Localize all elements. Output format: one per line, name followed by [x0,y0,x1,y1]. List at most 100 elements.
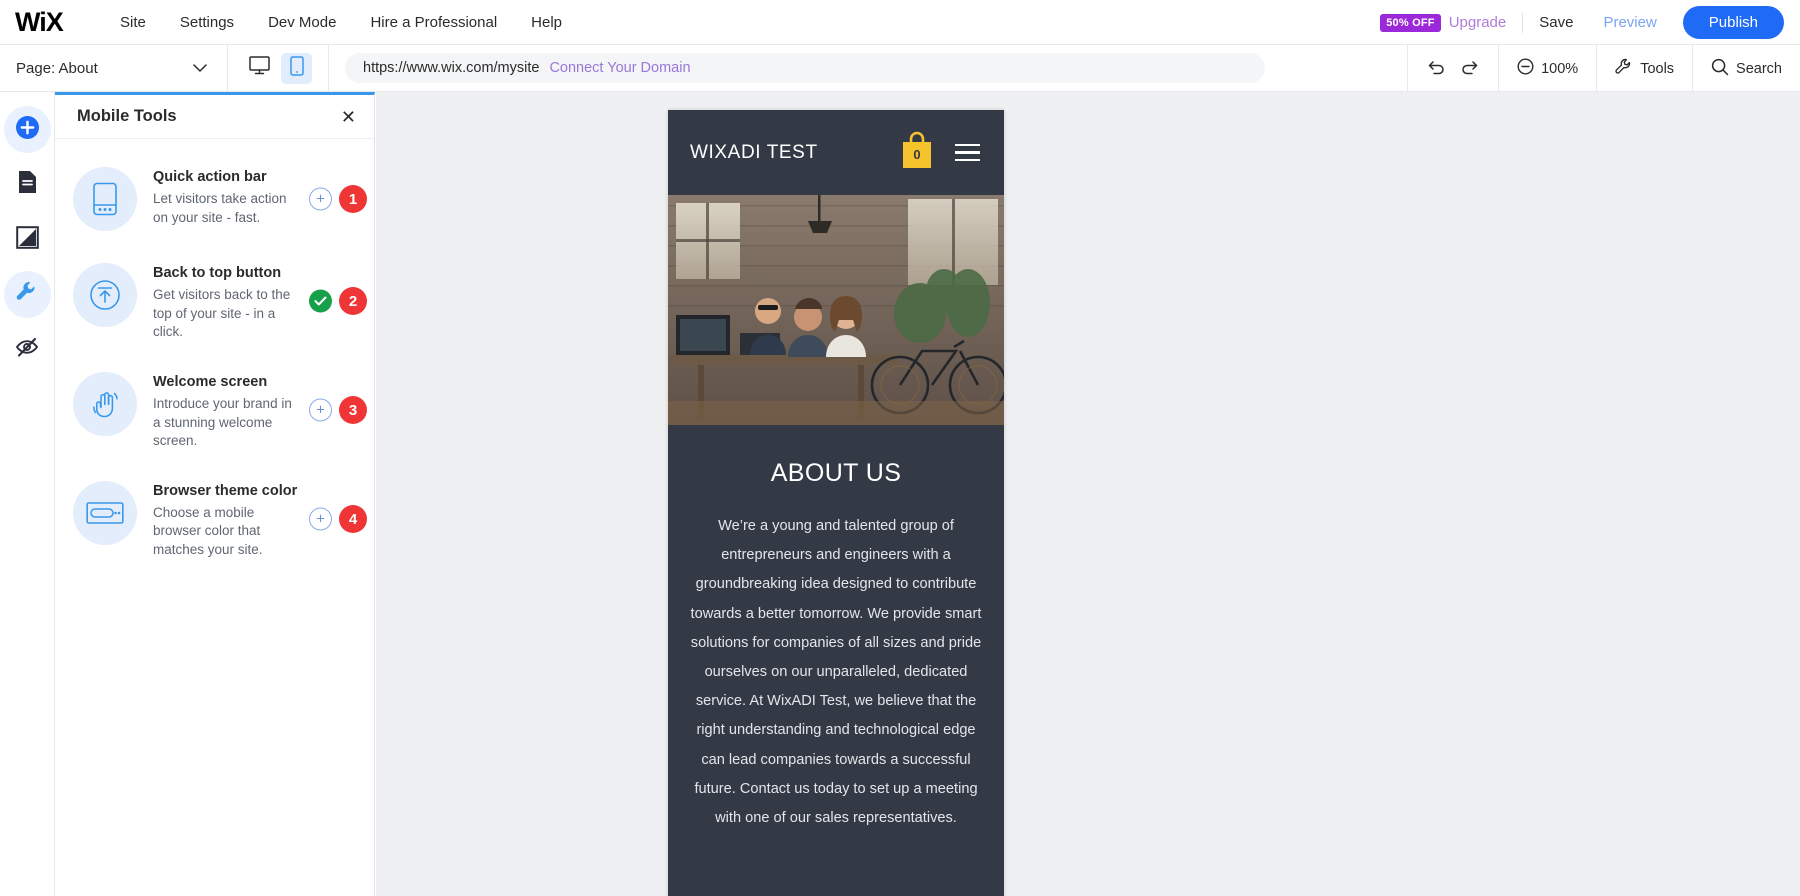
cart-button[interactable]: 0 [899,130,935,175]
sidebar-item-hidden-elements[interactable] [4,326,51,373]
discount-badge: 50% OFF [1380,13,1441,32]
top-menu: Site Settings Dev Mode Hire a Profession… [103,8,579,37]
waving-hand-icon [73,371,137,436]
sidebar-item-site-pages[interactable] [4,161,51,208]
panel-title: Mobile Tools [77,107,177,125]
view-mode-switch [228,44,329,92]
desktop-icon [249,56,270,80]
site-url-text: https://www.wix.com/mysite [363,60,540,76]
tool-row-back-to-top-button[interactable]: Back to top button Get visitors back to … [55,247,374,356]
top-menu-bar: WiX Site Settings Dev Mode Hire a Profes… [0,0,1800,45]
tool-title: Quick action bar [153,169,267,185]
publish-button[interactable]: Publish [1682,6,1784,39]
zoom-level-label: 100% [1541,60,1579,77]
tool-text: Browser theme color Choose a mobile brow… [153,479,301,560]
close-icon[interactable]: ✕ [341,108,356,126]
hamburger-menu-icon[interactable] [955,143,980,162]
theme-icon [15,225,39,254]
page-icon [17,170,38,199]
about-heading: ABOUT US [770,459,902,487]
tool-description: Choose a mobile browser color that match… [153,504,263,557]
site-header: WIXADI TEST 0 [668,110,1004,195]
annotation-badge-2: 2 [339,287,367,316]
mobile-action-bar-icon [73,167,137,231]
mobile-icon [289,55,304,81]
back-to-top-icon [73,263,137,327]
wix-editor: WiX Site Settings Dev Mode Hire a Profes… [0,0,1800,896]
top-bar-actions: 50% OFF Upgrade Save Preview Publish [1380,0,1784,45]
menu-item-site[interactable]: Site [103,8,163,37]
mobile-tools-panel: Mobile Tools ✕ Quick action bar Let visi… [55,92,375,896]
tool-row-browser-theme-color[interactable]: Browser theme color Choose a mobile brow… [55,465,374,574]
browser-bar-icon [73,480,137,545]
tool-title: Back to top button [153,265,282,281]
menu-item-help[interactable]: Help [514,8,579,37]
editor-toolbar: Page: About https://www.wix.com/mysite C… [0,44,1800,92]
search-label: Search [1736,60,1782,77]
search-group: Search [1692,45,1800,92]
history-group [1407,45,1498,92]
add-browser-theme-color-button[interactable]: + [309,507,332,531]
wix-logo[interactable]: WiX [15,7,81,38]
page-selector-label: Page: About [16,59,98,77]
tool-description: Let visitors take action on your site - … [153,191,287,225]
redo-icon[interactable] [1460,58,1480,80]
upgrade-button[interactable]: Upgrade [1449,14,1507,31]
divider [1522,12,1524,33]
chevron-down-icon [193,61,207,76]
site-url-bar[interactable]: https://www.wix.com/mysite Connect Your … [345,53,1265,83]
save-button[interactable]: Save [1539,14,1573,31]
menu-item-dev-mode[interactable]: Dev Mode [251,8,353,37]
add-quick-action-bar-button[interactable]: + [309,187,332,211]
menu-item-hire-a-professional[interactable]: Hire a Professional [353,8,514,37]
site-header-actions: 0 [899,130,980,175]
tools-label: Tools [1640,60,1675,77]
editor-canvas[interactable]: WIXADI TEST 0 ABOUT US We’re a young and… [376,92,1800,896]
about-body-text[interactable]: We’re a young and talented group of entr… [686,512,986,833]
back-to-top-enabled-toggle[interactable] [309,289,332,313]
tool-row-quick-action-bar[interactable]: Quick action bar Let visitors take actio… [55,151,374,247]
page-selector[interactable]: Page: About [0,44,228,92]
tool-row-welcome-screen[interactable]: Welcome screen Introduce your brand in a… [55,356,374,465]
sidebar-item-mobile-tools[interactable] [3,271,51,318]
preview-button[interactable]: Preview [1603,14,1656,31]
zoom-group: 100% [1498,45,1596,92]
hidden-eye-icon [15,336,39,363]
cart-count: 0 [913,147,921,162]
mobile-tools-list: Quick action bar Let visitors take actio… [55,139,374,574]
tools-group: Tools [1596,45,1692,92]
search-icon [1711,58,1729,80]
sidebar-item-add-elements[interactable] [3,106,51,153]
search-button[interactable]: Search [1711,58,1782,80]
annotation-badge-3: 3 [339,396,367,425]
tool-action: + [309,187,332,211]
wrench-icon [1615,58,1633,80]
zoom-out-button[interactable]: 100% [1517,58,1578,79]
plus-icon [14,114,41,146]
tool-text: Back to top button Get visitors back to … [153,261,301,342]
toolbar-right-group: 100% Tools Search [1407,45,1800,92]
wrench-icon [15,280,39,309]
annotation-badge-4: 4 [339,505,367,534]
desktop-view-button[interactable] [244,53,275,84]
undo-icon[interactable] [1426,58,1446,80]
tool-text: Welcome screen Introduce your brand in a… [153,370,301,451]
tools-button[interactable]: Tools [1615,58,1674,80]
left-sidebar [0,92,55,896]
check-icon [314,296,327,306]
tool-action [309,289,332,313]
site-title: WIXADI TEST [690,141,818,163]
mobile-preview-frame[interactable]: WIXADI TEST 0 ABOUT US We’re a young and… [668,110,1004,896]
about-section: ABOUT US We’re a young and talented grou… [668,425,1004,853]
tool-text: Quick action bar Let visitors take actio… [153,165,301,227]
tool-title: Welcome screen [153,373,268,390]
panel-header: Mobile Tools ✕ [55,95,374,139]
connect-domain-link[interactable]: Connect Your Domain [549,60,690,76]
tool-action: + [309,507,332,531]
sidebar-item-site-design[interactable] [4,216,51,263]
add-welcome-screen-button[interactable]: + [309,398,332,422]
tool-description: Introduce your brand in a stunning welco… [153,395,292,449]
menu-item-settings[interactable]: Settings [163,8,251,37]
hero-image[interactable] [668,195,1004,425]
mobile-view-button[interactable] [281,52,312,84]
